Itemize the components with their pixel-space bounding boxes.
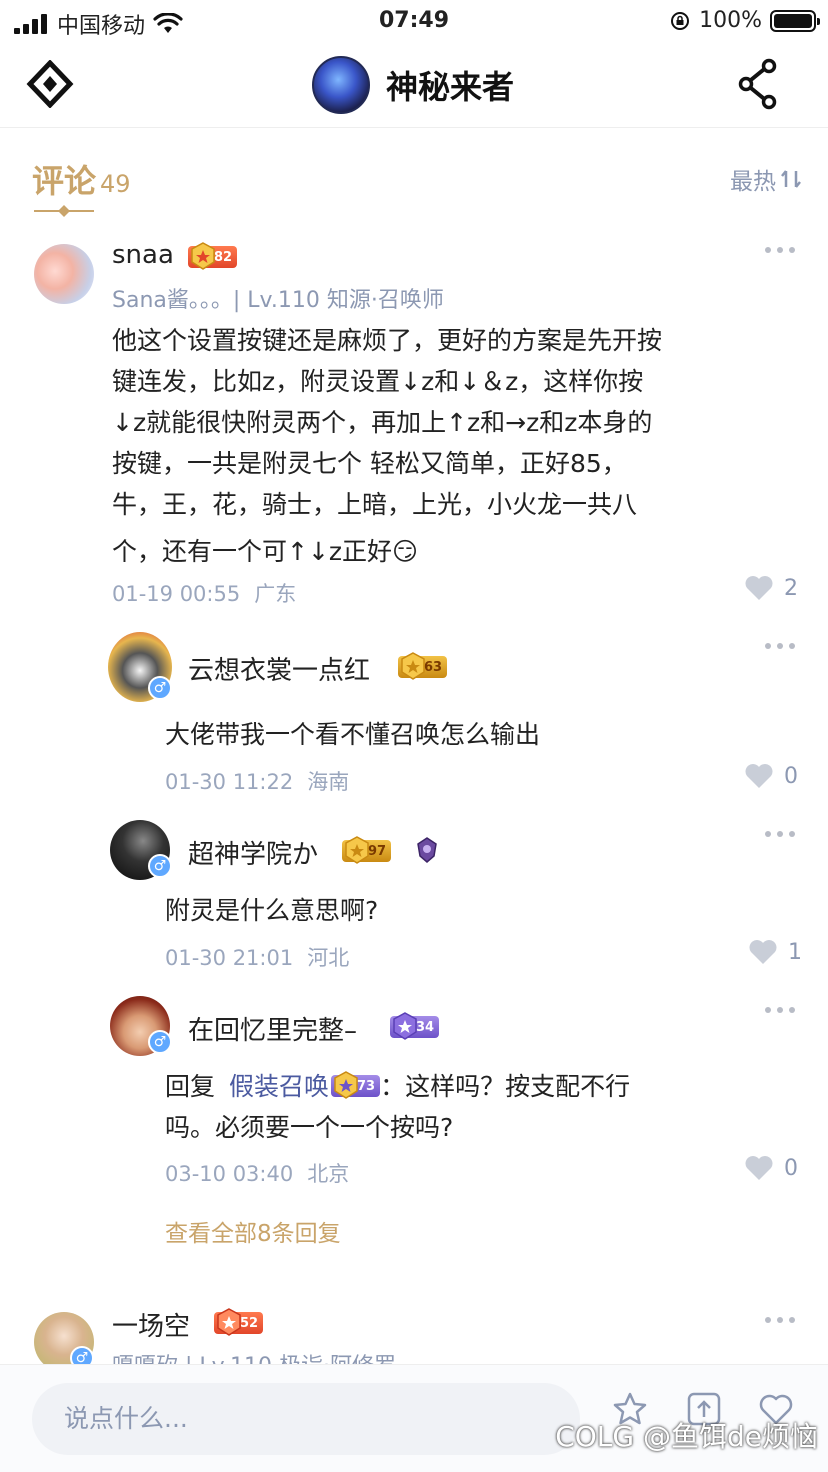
nav-user[interactable]: 神秘来者 — [312, 56, 514, 114]
star-icon — [345, 836, 369, 864]
reply-meta: 01-30 11:22 海南 — [165, 766, 349, 796]
rank-emblem-icon — [417, 837, 437, 863]
comments-count: 49 — [100, 170, 131, 198]
comment-date: 01-19 00:55 — [112, 582, 241, 606]
comment-body: 他这个设置按键还是麻烦了，更好的方案是先开按 键连发，比如z，附灵设置↓z和↓＆… — [112, 326, 663, 566]
battery-percent: 100% — [699, 8, 762, 33]
reply-date: 03-10 03:40 — [165, 1162, 294, 1186]
reply-date: 01-30 11:22 — [165, 770, 294, 794]
comment-user-subline: Sana酱。。。| Lv.110 知源·召唤师 — [112, 288, 444, 313]
level-badge: 97 — [342, 836, 392, 864]
reply-username[interactable]: 云想衣裳一点红 — [188, 650, 370, 687]
header-ornament — [34, 205, 94, 217]
sort-button[interactable]: 最热 — [730, 162, 802, 196]
heart-icon — [745, 764, 773, 788]
level-badge: 52 — [214, 1308, 264, 1336]
bottom-bar: 说点什么... COLG @鱼饵de烦恼 — [0, 1364, 828, 1472]
like-button[interactable]: 1 — [748, 938, 802, 966]
reply-to-link[interactable]: 假装召唤 — [229, 1072, 329, 1101]
lock-rotation-icon — [671, 11, 690, 30]
level-badge: 82 — [188, 242, 238, 270]
view-all-replies-link[interactable]: 查看全部8条回复 — [165, 1214, 341, 1248]
sort-label: 最热 — [730, 169, 776, 195]
star-icon — [191, 242, 215, 270]
gender-male-icon: ♂ — [148, 854, 172, 878]
more-icon[interactable] — [764, 246, 796, 254]
reply-body: 回复 假装召唤 73 ：这样吗？按支配不行 吗。必须要一个一个按吗? — [165, 1071, 631, 1142]
heart-icon — [745, 576, 773, 600]
comments-title: 评论 — [32, 162, 97, 200]
reply-location: 河北 — [307, 946, 350, 970]
comment-location: 广东 — [254, 582, 297, 606]
gender-male-icon: ♂ — [70, 1346, 94, 1364]
status-bar: 中国移动 07:49 100% — [0, 0, 828, 42]
reply-meta: 01-30 21:01 河北 — [165, 942, 349, 972]
comment-item: snaa 82 Sana酱。。。| Lv.110 知源·召唤师 他这个设置按键还… — [0, 232, 828, 612]
comment-item: ♂ 一场空 52 嗄嗄砍 | Lv.110 极诣·阿修罗 — [0, 1300, 828, 1364]
reply-date: 01-30 21:01 — [165, 946, 294, 970]
gender-male-icon: ♂ — [148, 676, 172, 700]
level-badge: 73 — [330, 1071, 381, 1099]
reply-location: 北京 — [307, 1162, 350, 1186]
comment-username[interactable]: 一场空 — [112, 1306, 190, 1343]
star-icon — [401, 652, 425, 680]
reply-item: ♂ 云想衣裳一点红 63 大佬带我一个看不懂召唤怎么输出 01-30 11:22… — [0, 628, 828, 798]
avatar[interactable] — [34, 244, 94, 304]
reply-meta: 03-10 03:40 北京 — [165, 1158, 349, 1188]
more-icon[interactable] — [764, 830, 796, 838]
gender-male-icon: ♂ — [148, 1030, 172, 1054]
nav-title: 神秘来者 — [386, 68, 515, 106]
reply-username[interactable]: 在回忆里完整– — [188, 1010, 357, 1047]
like-button[interactable]: 0 — [744, 762, 798, 790]
sort-icon — [781, 170, 801, 188]
app-logo-icon[interactable] — [26, 60, 74, 108]
reply-body: 大佬带我一个看不懂召唤怎么输出 — [165, 720, 541, 749]
reply-username[interactable]: 超神学院か — [188, 834, 318, 871]
battery-icon — [770, 9, 820, 32]
comment-meta: 01-19 00:55 广东 — [112, 578, 296, 608]
heart-icon — [745, 1156, 773, 1180]
reply-item: ♂ 在回忆里完整– 34 回复 假装召唤 73 ：这样吗？按支配不行 吗。必须要… — [0, 994, 828, 1204]
level-badge: 63 — [398, 652, 448, 680]
level-badge: 34 — [390, 1012, 440, 1040]
like-button[interactable]: 0 — [744, 1154, 798, 1182]
reply-item: ♂ 超神学院か 97 附灵是什么意思啊? 01-30 21:01 河北 1 — [0, 816, 828, 986]
comments-header: 评论 49 最热 — [32, 156, 802, 220]
more-icon[interactable] — [764, 1316, 796, 1324]
star-icon — [334, 1071, 358, 1099]
nav-avatar[interactable] — [312, 56, 370, 114]
heart-icon — [749, 940, 777, 964]
reply-location: 海南 — [307, 770, 350, 794]
reply-body: 附灵是什么意思啊? — [165, 896, 379, 925]
star-icon — [393, 1012, 417, 1040]
comment-user-subline: 嗄嗄砍 | Lv.110 极诣·阿修罗 — [112, 1348, 396, 1364]
nav-bar: 神秘来者 — [0, 44, 828, 128]
more-icon[interactable] — [764, 642, 796, 650]
like-button[interactable]: 2 — [744, 574, 798, 602]
comment-input[interactable]: 说点什么... — [32, 1383, 580, 1455]
share-icon[interactable] — [736, 58, 780, 110]
star-icon — [217, 1308, 241, 1336]
comment-username[interactable]: snaa — [112, 240, 174, 270]
watermark: COLG @鱼饵de烦恼 — [555, 1420, 818, 1453]
more-icon[interactable] — [764, 1006, 796, 1014]
